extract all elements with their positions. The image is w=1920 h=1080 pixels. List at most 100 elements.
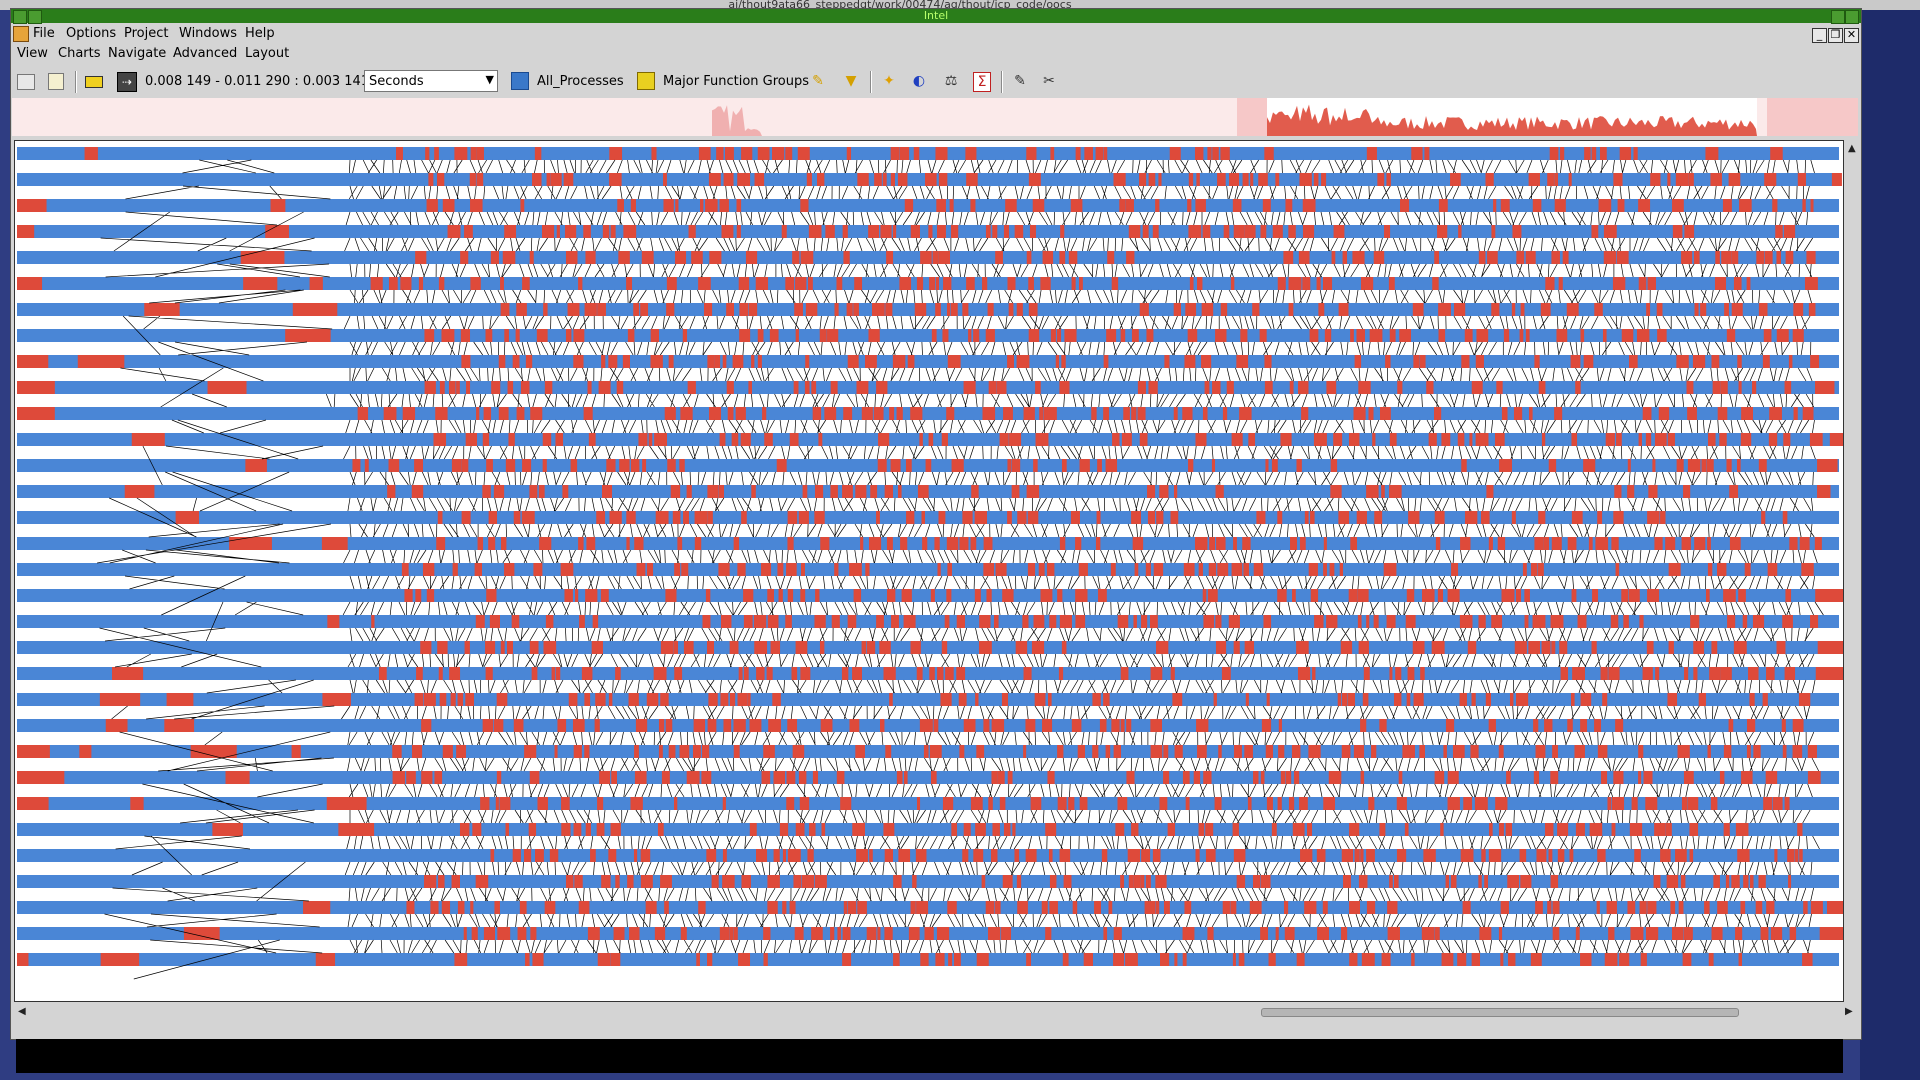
mpi-event bbox=[1232, 823, 1239, 836]
mpi-event bbox=[854, 277, 863, 290]
window-titlebar[interactable]: Intel bbox=[11, 9, 1861, 24]
mpi-event bbox=[738, 277, 750, 290]
mpi-event bbox=[1331, 251, 1336, 264]
scroll-right-icon[interactable]: ▶ bbox=[1845, 1006, 1853, 1017]
filter-icon[interactable]: ▼ bbox=[842, 72, 860, 90]
mpi-event bbox=[433, 433, 447, 446]
mpi-event bbox=[987, 303, 994, 316]
mpi-event bbox=[1329, 563, 1335, 576]
mpi-event bbox=[1752, 381, 1757, 394]
mpi-event bbox=[1117, 615, 1129, 628]
scroll-left-icon[interactable]: ◀ bbox=[18, 1006, 26, 1017]
menu-project[interactable]: Project bbox=[124, 26, 168, 41]
mpi-event bbox=[1126, 771, 1135, 784]
mpi-event bbox=[1782, 615, 1793, 628]
mpi-event bbox=[1575, 927, 1580, 940]
function-group-label[interactable]: Major Function Groups bbox=[663, 73, 809, 91]
mpi-event bbox=[1022, 615, 1029, 628]
mpi-event bbox=[1681, 797, 1688, 810]
event-timeline-chart[interactable] bbox=[14, 140, 1844, 1002]
mpi-event bbox=[1075, 615, 1086, 628]
mpi-event bbox=[1475, 433, 1489, 446]
mpi-event bbox=[801, 875, 815, 888]
mpi-event bbox=[1290, 537, 1298, 550]
process-group-label[interactable]: All_Processes bbox=[537, 73, 624, 91]
mpi-event bbox=[709, 251, 722, 264]
mpi-event bbox=[962, 511, 973, 524]
menu-help[interactable]: Help bbox=[245, 26, 275, 41]
horizontal-scroll-thumb[interactable] bbox=[1261, 1008, 1739, 1017]
calendar-icon[interactable] bbox=[48, 73, 64, 90]
mpi-event bbox=[724, 147, 734, 160]
mpi-event bbox=[530, 927, 537, 940]
mpi-event bbox=[1028, 173, 1041, 186]
mpi-event bbox=[1049, 615, 1057, 628]
mpi-event bbox=[1280, 433, 1292, 446]
mpi-event bbox=[584, 693, 591, 706]
mpi-event bbox=[597, 953, 611, 966]
mpi-event bbox=[1698, 693, 1706, 706]
mpi-event bbox=[520, 381, 530, 394]
window-minimize-button[interactable] bbox=[1831, 10, 1845, 24]
menu-layout[interactable]: Layout bbox=[245, 46, 289, 61]
menu-windows[interactable]: Windows bbox=[179, 26, 237, 41]
close-icon[interactable]: ✕ bbox=[1844, 28, 1859, 43]
menu-navigate[interactable]: Navigate bbox=[108, 46, 166, 61]
mpi-event bbox=[651, 147, 657, 160]
load-trace-icon[interactable]: ⇢ bbox=[117, 72, 137, 92]
overview-histogram[interactable] bbox=[12, 98, 1858, 136]
mpi-event bbox=[1304, 511, 1309, 524]
mpi-event bbox=[1783, 433, 1791, 446]
minimize-icon[interactable]: _ bbox=[1812, 28, 1827, 43]
menu-options[interactable]: Options bbox=[66, 26, 116, 41]
mpi-event bbox=[1349, 901, 1361, 914]
menu-file[interactable]: File bbox=[33, 26, 55, 41]
mpi-event bbox=[1103, 147, 1108, 160]
mpi-event bbox=[476, 147, 484, 160]
horizontal-scrollbar[interactable]: ◀ ▶ bbox=[14, 1004, 1858, 1020]
highlight-icon[interactable]: ✎ bbox=[809, 72, 827, 90]
menu-charts[interactable]: Charts bbox=[58, 46, 101, 61]
mpi-event bbox=[1535, 745, 1546, 758]
mpi-event bbox=[1023, 667, 1032, 680]
mpi-event bbox=[573, 823, 582, 836]
mpi-event bbox=[976, 745, 985, 758]
window-maximize-button[interactable] bbox=[1845, 10, 1859, 24]
menu-view[interactable]: View bbox=[17, 46, 48, 61]
mpi-event bbox=[1568, 173, 1572, 186]
chart-list-icon[interactable] bbox=[17, 74, 35, 90]
scroll-up-icon[interactable]: ▲ bbox=[1848, 143, 1856, 154]
mpi-event bbox=[1552, 927, 1560, 940]
mpi-event bbox=[766, 667, 773, 680]
mpi-event bbox=[1726, 329, 1736, 342]
mpi-event bbox=[738, 667, 743, 680]
mpi-event bbox=[884, 849, 893, 862]
menu-advanced[interactable]: Advanced bbox=[173, 46, 237, 61]
film-icon[interactable] bbox=[85, 76, 103, 88]
units-select[interactable]: Seconds ▼ bbox=[364, 70, 498, 92]
mpi-event bbox=[1236, 355, 1249, 368]
star-icon[interactable]: ✦ bbox=[880, 72, 898, 90]
restore-icon[interactable]: ❐ bbox=[1828, 28, 1843, 43]
window-shade-button[interactable] bbox=[28, 10, 42, 24]
mpi-event bbox=[1059, 251, 1066, 264]
tools-icon[interactable]: ✎ bbox=[1011, 72, 1029, 90]
function-group-icon[interactable] bbox=[637, 72, 655, 90]
mpi-event bbox=[787, 589, 794, 602]
mpi-event bbox=[496, 771, 502, 784]
mpi-event bbox=[1368, 407, 1374, 420]
vertical-scrollbar[interactable]: ▲ ▼ bbox=[1846, 140, 1858, 1026]
mpi-event bbox=[1647, 277, 1656, 290]
mpi-event bbox=[1459, 693, 1467, 706]
mpi-event bbox=[1113, 927, 1122, 940]
process-group-icon[interactable] bbox=[511, 72, 529, 90]
mpi-event bbox=[1608, 667, 1620, 680]
balance-icon[interactable]: ⚖ bbox=[942, 72, 960, 90]
process-row bbox=[17, 147, 1839, 160]
settings-icon[interactable]: ✂ bbox=[1040, 72, 1058, 90]
mpi-event bbox=[1016, 303, 1023, 316]
idealizer-icon[interactable]: ◐ bbox=[910, 72, 928, 90]
sum-icon[interactable]: Σ bbox=[973, 72, 991, 92]
mpi-event bbox=[1288, 303, 1294, 316]
window-menu-button[interactable] bbox=[13, 10, 27, 24]
